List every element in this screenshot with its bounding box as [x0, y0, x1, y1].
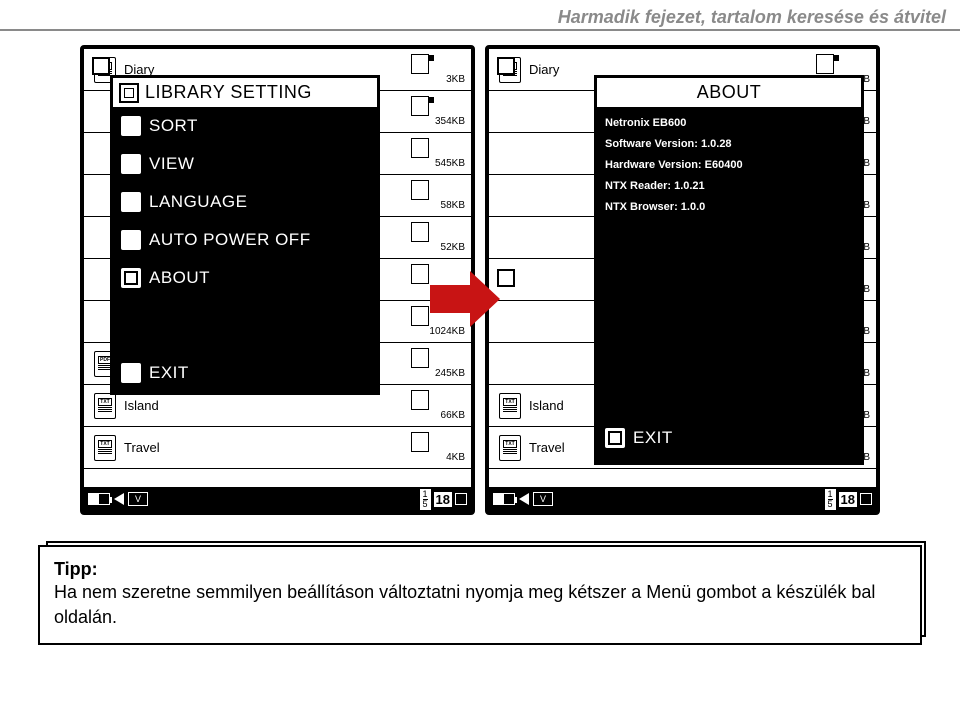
- speaker-icon: [114, 493, 124, 505]
- menu-item-language[interactable]: LANGUAGE: [113, 183, 377, 221]
- file-size: 245KB: [411, 368, 465, 379]
- speaker-icon: [519, 493, 529, 505]
- file-meta: 3KB: [411, 54, 465, 85]
- filetype-icon: TXT: [499, 393, 521, 419]
- file-row[interactable]: TXT Travel4KB: [84, 427, 471, 469]
- file-size: 4KB: [411, 452, 465, 463]
- battery-icon: [493, 493, 515, 505]
- device-left: TXT Diary 3KB 354KB 545KB 58KB 52KB 8KB …: [80, 45, 475, 515]
- file-size: 66KB: [411, 410, 465, 421]
- about-reader-version: NTX Reader: 1.0.21: [605, 176, 853, 197]
- menu-item-autopoweroff[interactable]: AUTO POWER OFF: [113, 221, 377, 259]
- battery-icon: [88, 493, 110, 505]
- menu-item-sort[interactable]: SORT: [113, 107, 377, 145]
- file-size: 354KB: [411, 116, 465, 127]
- about-dialog: ABOUT Netronix EB600 Software Version: 1…: [594, 75, 864, 465]
- file-size: 545KB: [411, 158, 465, 169]
- tip-box: Tipp: Ha nem szeretne semmilyen beállítá…: [38, 545, 922, 645]
- menu-item-view[interactable]: VIEW: [113, 145, 377, 183]
- screens-container: TXT Diary 3KB 354KB 545KB 58KB 52KB 8KB …: [0, 45, 960, 515]
- file-size: 1024KB: [411, 326, 465, 337]
- menu-item-exit[interactable]: EXIT: [113, 354, 377, 392]
- file-name: Island: [124, 398, 411, 413]
- v-indicator: V: [128, 492, 148, 506]
- status-bar: V 15 18: [489, 487, 876, 511]
- about-browser-version: NTX Browser: 1.0.0: [605, 197, 853, 218]
- arrow-icon: [430, 271, 500, 327]
- filetype-icon: TXT: [94, 435, 116, 461]
- about-device-name: Netronix EB600: [605, 113, 853, 134]
- page-big: 18: [434, 492, 452, 507]
- status-square-icon: [455, 493, 467, 505]
- dialog-title: ABOUT: [597, 78, 861, 107]
- menu-item-about[interactable]: ABOUT: [113, 259, 377, 297]
- library-settings-dialog: LIBRARY SETTING SORT VIEW LANGUAGE AUTO …: [110, 75, 380, 395]
- filetype-icon: TXT: [94, 393, 116, 419]
- about-software-version: Software Version: 1.0.28: [605, 134, 853, 155]
- v-indicator: V: [533, 492, 553, 506]
- page-big: 18: [839, 492, 857, 507]
- status-bar: V 15 18: [84, 487, 471, 511]
- chapter-header: Harmadik fejezet, tartalom keresése és á…: [0, 0, 960, 31]
- file-size: 58KB: [411, 200, 465, 211]
- dialog-title: LIBRARY SETTING: [145, 82, 312, 103]
- file-size: 52KB: [411, 242, 465, 253]
- about-hardware-version: Hardware Version: E60400: [605, 155, 853, 176]
- checkbox-icon[interactable]: [92, 57, 110, 75]
- page-fraction: 15: [420, 489, 431, 510]
- file-name: Travel: [124, 440, 411, 455]
- page-fraction: 15: [825, 489, 836, 510]
- menu-item-exit[interactable]: EXIT: [605, 420, 853, 456]
- checkbox-icon[interactable]: [497, 57, 515, 75]
- tip-label: Tipp:: [54, 559, 906, 580]
- tip-body: Ha nem szeretne semmilyen beállításon vá…: [54, 580, 906, 629]
- device-right: TXT Diary 3KB 354KB 545KB 58KB 52KB 8KB …: [485, 45, 880, 515]
- status-square-icon: [860, 493, 872, 505]
- library-icon: [119, 83, 139, 103]
- filetype-icon: TXT: [499, 435, 521, 461]
